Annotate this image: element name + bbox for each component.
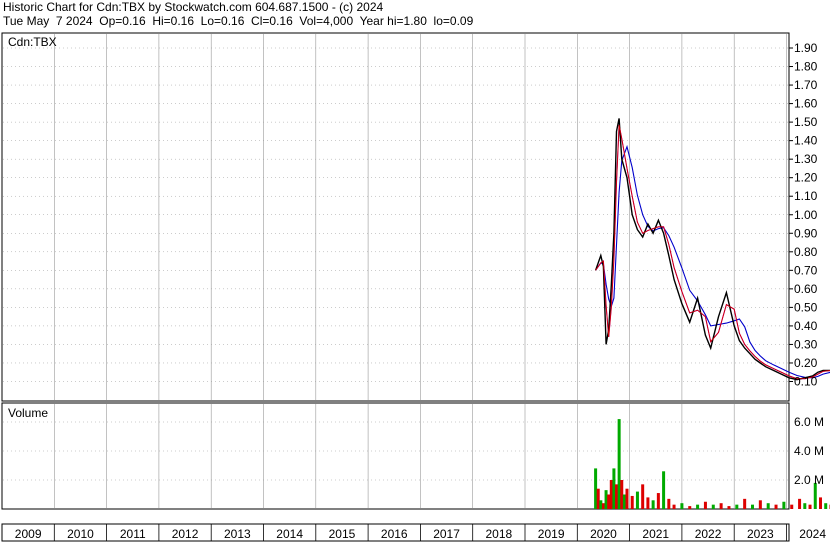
year-label: 2020 [590, 527, 617, 541]
volume-bar [719, 503, 723, 509]
year-label: 2024 [799, 527, 826, 541]
price-tick-label: 0.90 [794, 226, 818, 240]
stock-chart: 2009 2010 2011 2012 2013 2014 2015 2016 2017 2018… [1, 32, 830, 542]
volume-bar [620, 480, 624, 509]
volume-bar [782, 501, 786, 509]
volume-tick-label: 2.0 M [794, 473, 824, 487]
year-label: 2009 [15, 527, 42, 541]
volume-bar [711, 504, 715, 509]
price-tick-label: 1.30 [794, 152, 818, 166]
year-label: 2015 [329, 527, 356, 541]
volume-bar [790, 504, 794, 509]
volume-bar [625, 488, 629, 509]
year-label: 2016 [381, 527, 408, 541]
volume-bar [688, 506, 692, 509]
year-label: 2011 [120, 527, 146, 541]
price-tick-label: 1.90 [794, 41, 818, 55]
price-tick-label: 1.50 [794, 115, 818, 129]
volume-bar [803, 503, 807, 509]
price-tick-label: 0.60 [794, 282, 818, 296]
volume-bar [818, 497, 822, 509]
volume-panel-title: Volume [8, 406, 48, 420]
volume-bar [662, 471, 666, 509]
volume-bar [594, 468, 598, 509]
volume-bar [656, 493, 660, 509]
price-tick-label: 1.60 [794, 97, 818, 111]
price-tick-label: 0.30 [794, 337, 818, 351]
volume-bar [808, 504, 812, 509]
price-panel [1, 32, 790, 402]
price-tick-label: 0.50 [794, 300, 818, 314]
price-panel-title: Cdn:TBX [8, 35, 57, 49]
volume-bar [735, 504, 739, 509]
volume-bar [703, 501, 707, 509]
price-tick-label: 1.80 [794, 60, 818, 74]
year-label: 2019 [538, 527, 565, 541]
price-tick-label: 1.10 [794, 189, 818, 203]
volume-bar [751, 504, 755, 509]
volume-bar [680, 503, 684, 509]
volume-panel [1, 402, 790, 510]
year-label: 2021 [642, 527, 669, 541]
volume-bar [758, 500, 762, 509]
volume-bar [630, 495, 634, 509]
volume-bar [604, 490, 608, 509]
volume-bar [727, 506, 731, 509]
volume-bar [635, 491, 639, 509]
volume-bar [617, 419, 621, 509]
volume-bar [766, 503, 770, 509]
volume-bar [641, 484, 645, 509]
price-tick-label: 1.20 [794, 171, 818, 185]
price-tick-label: 1.70 [794, 78, 818, 92]
volume-bar [646, 497, 650, 509]
volume-bar [609, 480, 613, 509]
volume-bar [774, 504, 778, 509]
year-label: 2022 [695, 527, 722, 541]
volume-tick-label: 6.0 M [794, 415, 824, 429]
volume-bar [651, 500, 655, 509]
volume-bar [672, 504, 676, 509]
volume-bar [622, 494, 626, 509]
year-label: 2013 [224, 527, 251, 541]
year-label: 2014 [276, 527, 303, 541]
year-label: 2017 [433, 527, 460, 541]
volume-bar [596, 488, 600, 509]
price-tick-label: 0.70 [794, 263, 818, 277]
volume-tick-label: 4.0 M [794, 444, 824, 458]
price-tick-label: 1.00 [794, 208, 818, 222]
price-tick-label: 0.80 [794, 245, 818, 259]
price-tick-label: 1.40 [794, 134, 818, 148]
year-label: 2012 [172, 527, 199, 541]
price-tick-label: 0.10 [794, 375, 818, 389]
price-tick-label: 0.20 [794, 356, 818, 370]
volume-bar [615, 484, 619, 509]
price-tick-label: 0.40 [794, 319, 818, 333]
volume-bar [612, 468, 616, 509]
volume-bar [798, 498, 802, 509]
volume-bar [667, 498, 671, 509]
year-label: 2018 [485, 527, 512, 541]
volume-bar [599, 500, 603, 509]
volume-bar [824, 503, 828, 509]
year-label: 2010 [67, 527, 94, 541]
volume-bar [743, 498, 747, 509]
year-label: 2023 [747, 527, 774, 541]
volume-bar [607, 494, 611, 509]
volume-bar [601, 503, 605, 509]
volume-bar [696, 504, 700, 509]
